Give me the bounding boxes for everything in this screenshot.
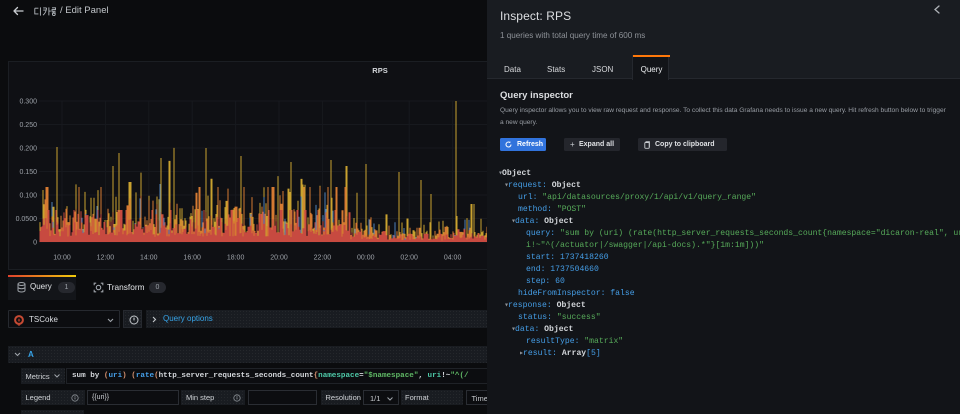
svg-text:12:00: 12:00: [97, 255, 115, 262]
svg-text:02:00: 02:00: [400, 255, 418, 262]
svg-text:0.300: 0.300: [19, 99, 37, 106]
svg-text:04:00: 04:00: [444, 255, 462, 262]
svg-text:10:00: 10:00: [53, 255, 71, 262]
svg-text:16:00: 16:00: [183, 255, 201, 262]
svg-text:14:00: 14:00: [140, 255, 158, 262]
svg-text:00:00: 00:00: [357, 255, 375, 262]
svg-text:18:00: 18:00: [227, 255, 245, 262]
svg-text:0.250: 0.250: [19, 122, 37, 129]
svg-text:0.150: 0.150: [19, 169, 37, 176]
svg-text:0: 0: [33, 240, 37, 247]
svg-text:0.0500: 0.0500: [16, 216, 38, 223]
svg-text:0.200: 0.200: [19, 146, 37, 153]
svg-text:0.100: 0.100: [19, 193, 37, 200]
svg-text:22:00: 22:00: [314, 255, 332, 262]
svg-text:20:00: 20:00: [270, 255, 288, 262]
